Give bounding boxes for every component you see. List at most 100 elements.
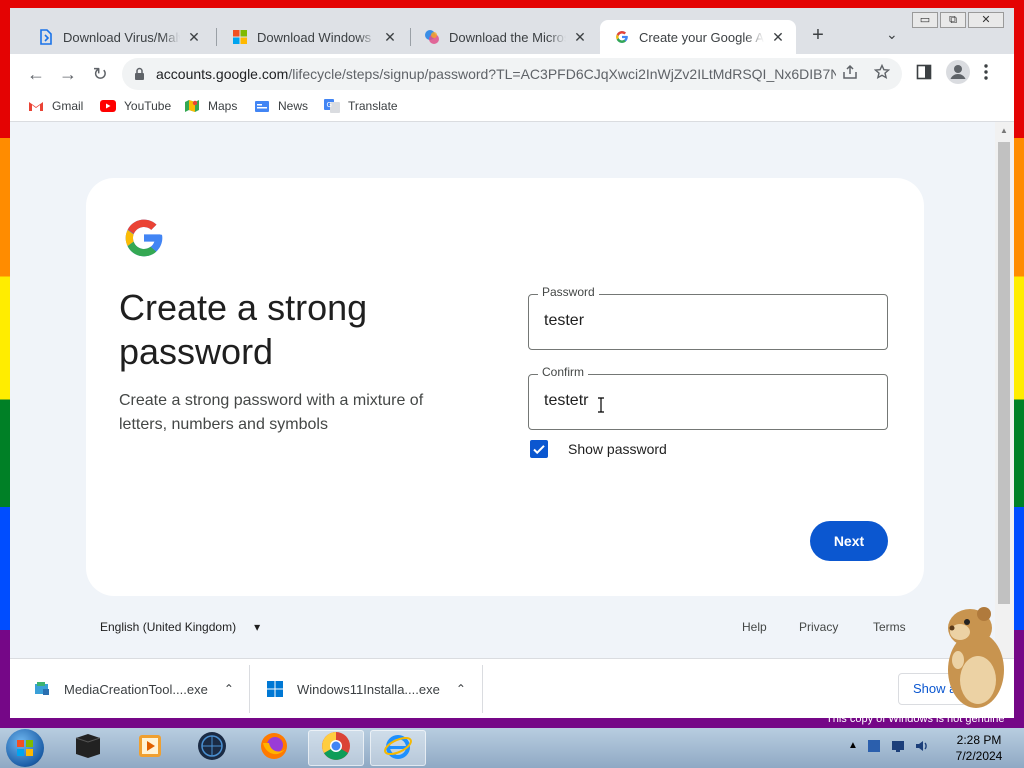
bookmark-label: YouTube bbox=[124, 99, 172, 113]
media-creation-tool-icon bbox=[34, 681, 50, 697]
taskbar-internet-explorer[interactable] bbox=[370, 730, 426, 766]
network-icon[interactable] bbox=[890, 738, 906, 759]
page-subtitle: Create a strong password with a mixture … bbox=[119, 392, 424, 433]
svg-text:G: G bbox=[327, 101, 332, 109]
scrollbar-thumb[interactable] bbox=[998, 142, 1010, 604]
dark-box-app-icon bbox=[72, 732, 104, 765]
checkmark-icon bbox=[533, 445, 545, 455]
close-icon[interactable]: ✕ bbox=[770, 29, 786, 46]
taskbar-firefox[interactable] bbox=[246, 730, 302, 766]
tab-download-virus[interactable]: Download Virus/Malware ✕ bbox=[24, 20, 212, 54]
taskbar-chrome[interactable] bbox=[308, 730, 364, 766]
clock-date: 7/2/2024 bbox=[955, 749, 1003, 763]
help-link[interactable]: Help bbox=[742, 620, 767, 634]
google-logo-icon bbox=[122, 216, 166, 265]
url-text[interactable]: accounts.google.com/lifecycle/steps/sign… bbox=[156, 66, 836, 82]
download-item[interactable]: Windows11Installa....exe ⌃ bbox=[267, 659, 466, 718]
taskbar: ▲ 2:28 PM 7/2/2024 bbox=[0, 728, 1024, 768]
show-password-toggle[interactable]: Show password bbox=[530, 440, 667, 458]
url-path: /lifecycle/steps/signup/password?TL=AC3P… bbox=[288, 66, 836, 82]
tray-expand-arrow-icon[interactable]: ▲ bbox=[848, 740, 858, 751]
page-content: Create a strong password Create a strong… bbox=[10, 122, 995, 658]
tab-separator bbox=[216, 28, 217, 46]
download-item[interactable]: MediaCreationTool....exe ⌃ bbox=[34, 659, 234, 718]
genuine-windows-watermark: This copy of Windows is not genuine bbox=[826, 713, 1005, 725]
bookmark-maps[interactable]: Maps bbox=[184, 99, 237, 113]
page-scrollbar[interactable]: ▲ bbox=[995, 122, 1014, 658]
tab-download-microsoft[interactable]: Download the Microsoft ✕ bbox=[410, 20, 598, 54]
taskbar-file-manager[interactable] bbox=[60, 730, 116, 766]
close-icon[interactable]: ✕ bbox=[382, 29, 398, 46]
minimize-button[interactable]: ▭ bbox=[912, 12, 938, 28]
windows-logo-icon bbox=[267, 681, 283, 697]
password-field-label: Password bbox=[538, 285, 599, 299]
confirm-value[interactable]: testetr bbox=[544, 392, 588, 410]
password-value[interactable]: tester bbox=[544, 312, 584, 330]
confirm-field-label: Confirm bbox=[538, 365, 589, 379]
download-filename: MediaCreationTool....exe bbox=[64, 681, 208, 697]
text-cursor-icon bbox=[597, 397, 604, 413]
forward-button[interactable]: → bbox=[56, 62, 80, 86]
restore-button[interactable]: ⧉ bbox=[940, 12, 966, 28]
tab-create-google-account[interactable]: Create your Google Account ✕ bbox=[600, 20, 796, 54]
system-tray: ▲ 2:28 PM 7/2/2024 bbox=[844, 728, 1024, 768]
privacy-link[interactable]: Privacy bbox=[799, 620, 838, 634]
terms-link[interactable]: Terms bbox=[873, 620, 906, 634]
reload-button[interactable]: ↻ bbox=[88, 62, 112, 86]
bookmark-star-icon[interactable] bbox=[873, 63, 891, 85]
lock-icon bbox=[134, 67, 145, 86]
taskbar-clock[interactable]: 2:28 PM 7/2/2024 bbox=[944, 732, 1014, 764]
volume-icon[interactable] bbox=[914, 738, 930, 759]
windows-logo-icon bbox=[232, 29, 248, 45]
bookmark-label: News bbox=[278, 99, 309, 113]
tab-label: Download the Microsoft bbox=[449, 29, 566, 45]
browser-window: Download Virus/Malware ✕ Download Window… bbox=[10, 8, 1014, 718]
back-button[interactable]: ← bbox=[24, 62, 48, 86]
password-field[interactable]: Password tester bbox=[528, 285, 888, 350]
address-bar[interactable]: accounts.google.com/lifecycle/steps/sign… bbox=[122, 58, 902, 90]
close-icon[interactable]: ✕ bbox=[186, 29, 202, 46]
share-icon[interactable] bbox=[842, 64, 858, 85]
bookmark-gmail[interactable]: Gmail bbox=[28, 99, 83, 113]
kebab-menu-icon[interactable] bbox=[984, 64, 988, 85]
bookmark-label: Gmail bbox=[52, 99, 84, 113]
google-g-icon bbox=[614, 29, 630, 45]
firefox-icon bbox=[259, 731, 289, 766]
bookmark-translate[interactable]: G Translate bbox=[324, 99, 398, 113]
tab-label: Download Windows 11 bbox=[257, 29, 376, 45]
show-password-label: Show password bbox=[568, 441, 667, 457]
clock-time: 2:28 PM bbox=[956, 733, 1002, 747]
profile-avatar-icon[interactable] bbox=[946, 60, 970, 89]
bookmarks-bar: Gmail YouTube Maps News G Translate bbox=[10, 94, 1014, 122]
tab-label: Create your Google Account bbox=[639, 29, 764, 45]
start-orb-icon[interactable] bbox=[6, 729, 44, 767]
side-panel-icon[interactable] bbox=[916, 64, 932, 85]
window-controls: ▭ ⧉ ✕ bbox=[912, 12, 1004, 28]
bookmark-news[interactable]: News bbox=[254, 99, 308, 113]
scroll-up-arrow-icon[interactable]: ▲ bbox=[1000, 126, 1008, 135]
next-button[interactable]: Next bbox=[810, 521, 888, 561]
bookmark-youtube[interactable]: YouTube bbox=[100, 99, 171, 113]
tray-app-icon[interactable] bbox=[866, 738, 882, 759]
copilot-icon bbox=[424, 29, 440, 45]
show-password-checkbox[interactable] bbox=[530, 440, 548, 458]
close-icon[interactable]: ✕ bbox=[572, 29, 588, 46]
page-title: Create a strong password bbox=[119, 287, 368, 372]
tab-search-chevron-icon[interactable]: ⌄ bbox=[886, 26, 898, 43]
chevron-up-icon[interactable]: ⌃ bbox=[224, 682, 234, 696]
taskbar-media-player[interactable] bbox=[122, 730, 178, 766]
bookmark-label: Translate bbox=[348, 99, 398, 113]
tab-label: Download Virus/Malware bbox=[63, 29, 180, 45]
confirm-password-field[interactable]: Confirm testetr bbox=[528, 365, 888, 430]
new-tab-button[interactable]: + bbox=[806, 24, 830, 47]
chevron-up-icon[interactable]: ⌃ bbox=[456, 682, 466, 696]
tab-download-windows-11[interactable]: Download Windows 11 ✕ bbox=[218, 20, 408, 54]
close-window-button[interactable]: ✕ bbox=[968, 12, 1004, 28]
browser-toolbar: ← → ↻ accounts.google.com/lifecycle/step… bbox=[10, 54, 1014, 94]
language-label: English (United Kingdom) bbox=[100, 620, 237, 634]
signup-card: Create a strong password Create a strong… bbox=[86, 178, 924, 596]
virus-site-icon bbox=[38, 29, 54, 45]
taskbar-globe-app[interactable] bbox=[184, 730, 240, 766]
language-selector[interactable]: English (United Kingdom) ▾ bbox=[100, 620, 260, 634]
download-filename: Windows11Installa....exe bbox=[297, 681, 440, 697]
